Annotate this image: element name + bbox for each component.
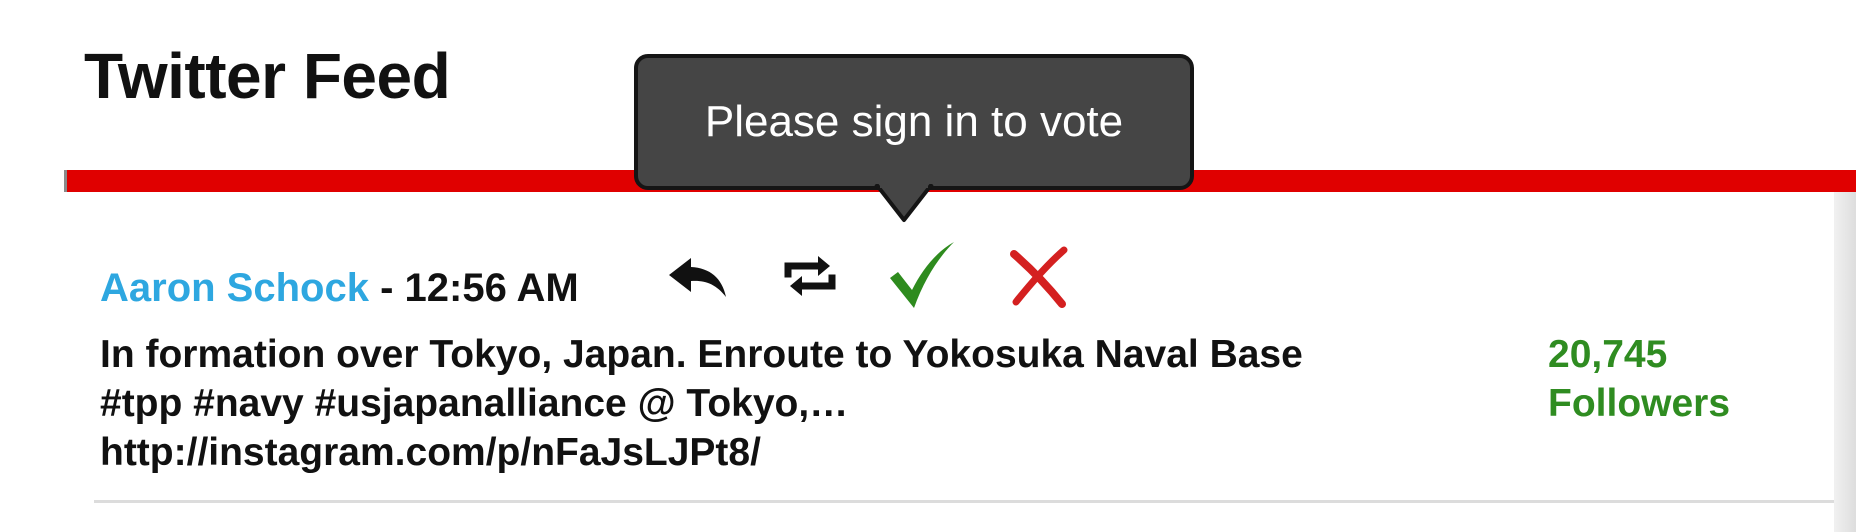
tweet-author-link[interactable]: Aaron Schock (100, 266, 369, 310)
followers-label: Followers (1548, 382, 1731, 425)
tweet-link[interactable]: http://instagram.com/p/nFaJsLJPt8/ (100, 428, 1500, 477)
retweet-button[interactable] (780, 252, 840, 302)
tooltip-arrow (874, 184, 934, 222)
feed-panel-scroll-edge (1834, 192, 1856, 532)
x-icon (1010, 246, 1068, 308)
tweet-text-line: #tpp #navy #usjapanalliance @ Tokyo,… (100, 382, 849, 425)
upvote-button[interactable] (886, 240, 958, 312)
tweet-divider (94, 500, 1834, 503)
downvote-button[interactable] (1006, 244, 1072, 308)
sign-in-tooltip: Please sign in to vote (634, 54, 1194, 190)
tweet-text-line: In formation over Tokyo, Japan. Enroute … (100, 333, 1303, 376)
reply-icon (669, 258, 726, 297)
checkmark-icon (890, 242, 954, 308)
tweet-timestamp: 12:56 AM (404, 266, 579, 310)
widget-title: Twitter Feed (84, 40, 451, 112)
reply-button[interactable] (666, 252, 730, 302)
tweet-header: Aaron Schock - 12:56 AM (100, 260, 579, 316)
tweet-text: In formation over Tokyo, Japan. Enroute … (100, 330, 1500, 477)
followers-count: 20,745 Followers (1548, 330, 1730, 428)
retweet-icon (784, 256, 836, 296)
followers-number: 20,745 (1548, 333, 1668, 376)
tweet-separator: - (368, 266, 405, 310)
